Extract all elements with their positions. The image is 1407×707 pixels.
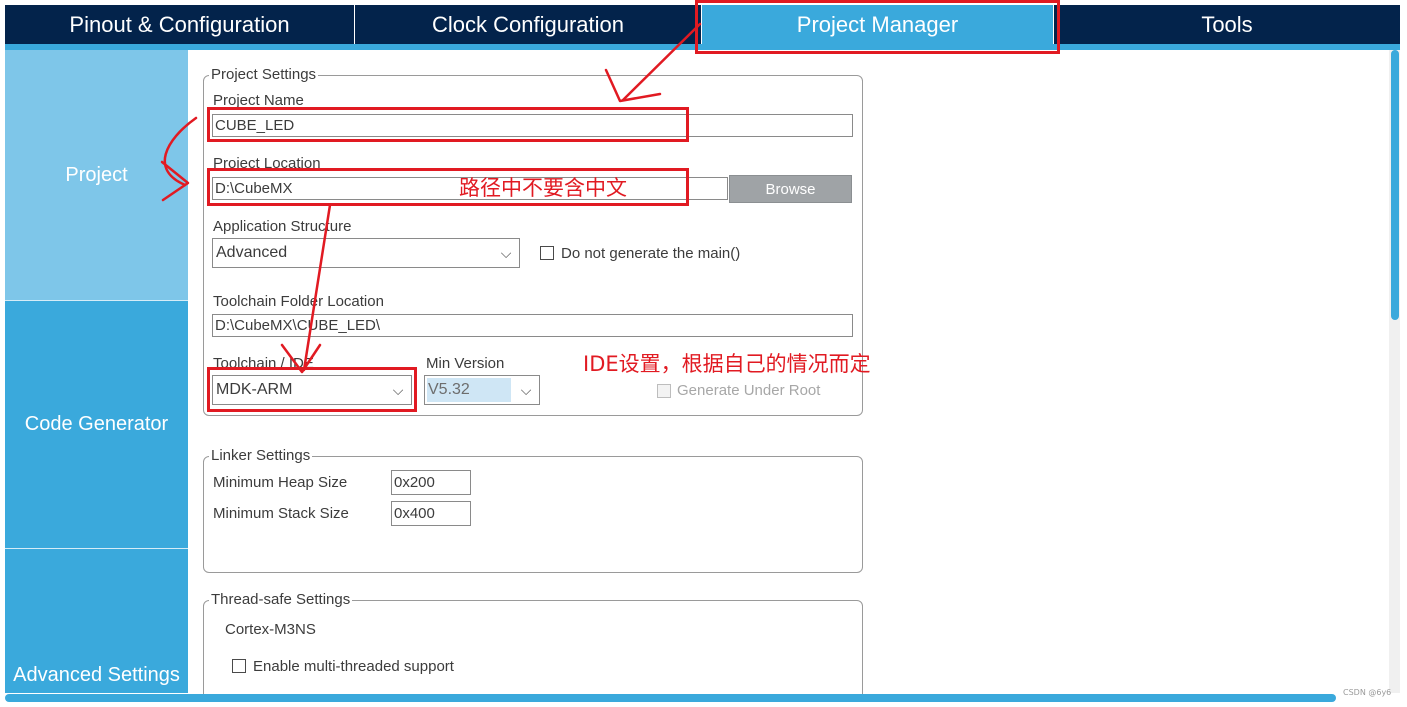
min-version-label: Min Version: [426, 355, 505, 372]
browse-button[interactable]: Browse: [729, 175, 852, 203]
minimum-stack-size-input[interactable]: 0x400: [391, 501, 471, 526]
toolchain-folder-label: Toolchain Folder Location: [213, 293, 384, 310]
enable-multithreaded-label: Enable multi-threaded support: [253, 658, 454, 675]
sidebar-item-advanced-settings[interactable]: Advanced Settings: [5, 548, 188, 693]
generate-under-root-checkbox[interactable]: [657, 384, 671, 398]
enable-multithreaded-checkbox[interactable]: [232, 659, 246, 673]
do-not-generate-main-checkbox[interactable]: [540, 246, 554, 260]
vertical-scrollbar-thumb[interactable]: [1391, 50, 1399, 320]
tab-tools[interactable]: Tools: [1054, 5, 1400, 44]
annotation-box-toolchain: [207, 367, 417, 412]
sidebar-item-label: Project: [65, 163, 128, 186]
min-version-value: V5.32: [428, 381, 470, 398]
group-title: Thread-safe Settings: [209, 591, 353, 609]
chevron-down-icon: ⌵: [500, 245, 512, 261]
sidebar: Project Code Generator Advanced Settings: [5, 50, 188, 693]
sidebar-item-project[interactable]: Project: [5, 50, 188, 300]
application-structure-select[interactable]: Advanced ⌵: [212, 238, 520, 268]
min-version-select[interactable]: V5.32 ⌵: [424, 375, 540, 405]
tab-pinout-configuration[interactable]: Pinout & Configuration: [5, 5, 355, 44]
annotation-ide-note: IDE设置，根据自己的情况而定: [583, 352, 871, 376]
chevron-down-icon: ⌵: [520, 382, 532, 398]
minimum-heap-size-label: Minimum Heap Size: [213, 474, 348, 491]
sidebar-item-label: Advanced Settings: [13, 664, 180, 686]
tab-clock-configuration[interactable]: Clock Configuration: [355, 5, 702, 44]
thread-safe-settings-group: Thread-safe Settings: [203, 591, 863, 700]
application-structure-label: Application Structure: [213, 218, 352, 235]
sidebar-item-label: Code Generator: [24, 413, 169, 435]
annotation-path-note: 路径中不要含中文: [459, 176, 627, 200]
generate-under-root-label: Generate Under Root: [677, 382, 821, 399]
group-title: Linker Settings: [209, 447, 313, 465]
application-structure-value: Advanced: [216, 244, 288, 261]
group-title: Project Settings: [209, 66, 319, 84]
annotation-box-project-name: [207, 107, 689, 142]
watermark: CSDN @6y6: [1343, 688, 1392, 697]
toolchain-folder-input[interactable]: D:\CubeMX\CUBE_LED\: [212, 314, 853, 337]
minimum-stack-size-label: Minimum Stack Size: [213, 505, 349, 522]
annotation-box-project-manager-tab: [695, 0, 1060, 54]
core-name-label: Cortex-M3NS: [225, 621, 316, 638]
do-not-generate-main-label: Do not generate the main(): [561, 245, 741, 262]
horizontal-scrollbar-thumb[interactable]: [5, 694, 1336, 702]
sidebar-item-code-generator[interactable]: Code Generator: [5, 300, 188, 548]
minimum-heap-size-input[interactable]: 0x200: [391, 470, 471, 495]
